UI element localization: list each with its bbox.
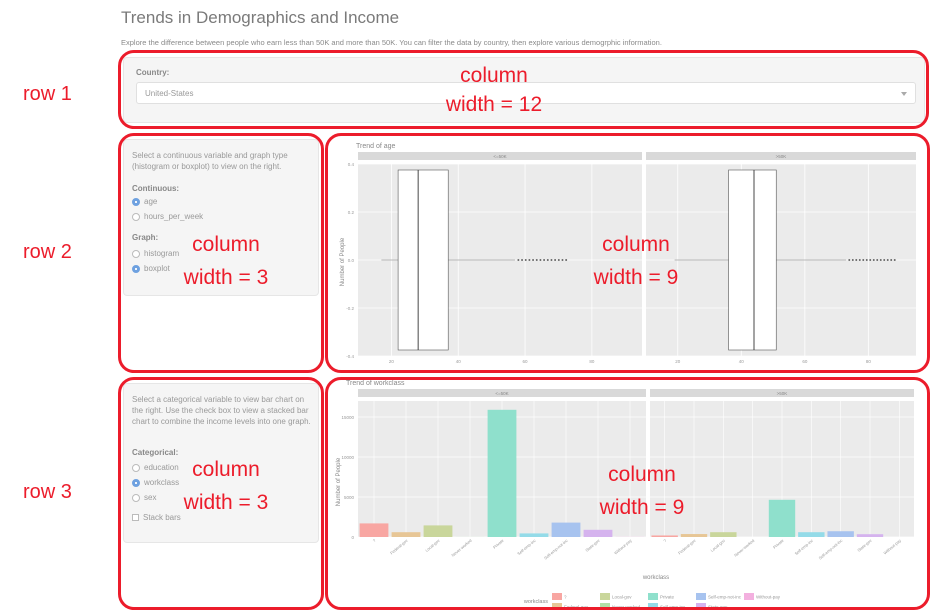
width-12-label: width = 12 <box>445 93 543 116</box>
width-3-label: width = 3 <box>183 491 269 514</box>
width-3-label: width = 3 <box>183 266 269 289</box>
row1-column-label: column width = 12 <box>424 62 564 118</box>
column-word: column <box>192 233 260 256</box>
width-9-label: width = 9 <box>599 496 685 519</box>
row2-left-column-label: column width = 3 <box>158 231 294 291</box>
column-word: column <box>602 233 670 256</box>
column-word: column <box>460 64 528 87</box>
page-subtitle: Explore the difference between people wh… <box>121 38 662 47</box>
row2-label: row 2 <box>23 241 72 263</box>
width-9-label: width = 9 <box>593 266 679 289</box>
column-word: column <box>192 458 260 481</box>
column-word: column <box>608 463 676 486</box>
page-title: Trends in Demographics and Income <box>121 8 400 27</box>
row3-right-column-label: column width = 9 <box>572 461 712 521</box>
row3-left-column-label: column width = 3 <box>158 456 294 516</box>
row3-label: row 3 <box>23 481 72 503</box>
row2-right-column-label: column width = 9 <box>566 231 706 291</box>
row1-label: row 1 <box>23 83 72 105</box>
